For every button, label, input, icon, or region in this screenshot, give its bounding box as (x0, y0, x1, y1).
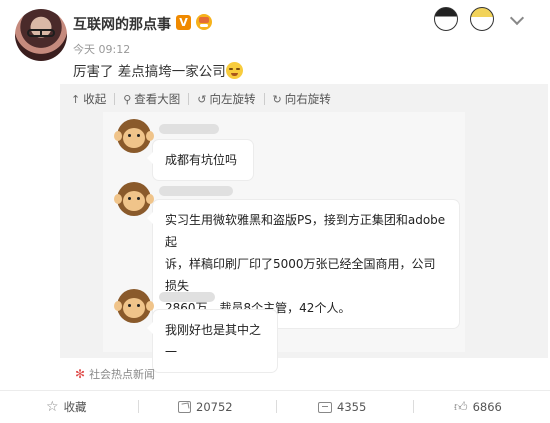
source-tag[interactable]: ✻ 社会热点新闻 (75, 366, 155, 382)
blurred-name (159, 186, 233, 196)
view-large-button[interactable]: ⚲ 查看大图 (123, 91, 180, 107)
comment-button[interactable]: 4355 (318, 397, 366, 417)
toolbar-divider (188, 93, 190, 105)
chat-message-text: 成都有坑位吗 (165, 153, 238, 167)
vip-badge-icon: V (176, 15, 191, 30)
toolbar-divider (114, 93, 116, 105)
like-button[interactable]: 👍︎ 6866 (454, 397, 502, 417)
chat-bubble: 实习生用微软雅黑和盗版PS，接到方正集团和adobe起 诉，样稿印刷厂印了500… (147, 200, 459, 328)
monkey-avatar-icon (114, 119, 154, 153)
rotate-left-icon: ↺ (197, 92, 207, 106)
collapse-label: 收起 (83, 92, 107, 106)
action-separator (413, 400, 414, 413)
blurred-name (159, 292, 215, 302)
collapse-arrow-icon: ↑ (71, 92, 81, 106)
user-avatar[interactable] (15, 9, 67, 61)
action-separator (138, 400, 139, 413)
like-count: 6866 (472, 400, 502, 414)
magnifier-icon: ⚲ (123, 92, 132, 106)
laughing-emoji-icon (225, 62, 243, 79)
rotate-right-icon: ↻ (272, 92, 282, 106)
hot-topic-icon: ✻ (75, 367, 86, 381)
source-tag-label: 社会热点新闻 (89, 368, 156, 381)
chat-bubble: 成都有坑位吗 (147, 140, 253, 180)
cartoon-decoration-icon (428, 4, 506, 34)
rotate-right-label: 向右旋转 (284, 92, 331, 106)
chat-screenshot-image[interactable]: 成都有坑位吗 实习生用微软雅黑和盗版PS，接到方正集团和adobe起 诉，样稿印… (103, 112, 465, 372)
view-large-label: 查看大图 (134, 92, 181, 106)
repost-count: 20752 (196, 400, 233, 414)
chat-message-line: 实习生用微软雅黑和盗版PS，接到方正集团和adobe起 (165, 213, 446, 249)
blurred-name (159, 124, 219, 134)
post-text: 厉害了 差点搞垮一家公司 (73, 60, 243, 80)
chat-bubble: 我刚好也是其中之一 (147, 310, 277, 372)
rotate-left-label: 向左旋转 (209, 92, 256, 106)
action-separator (276, 400, 277, 413)
post-text-content: 厉害了 差点搞垮一家公司 (73, 64, 226, 80)
repost-icon (178, 401, 191, 413)
chat-message-text: 我刚好也是其中之一 (165, 323, 262, 359)
rotate-left-button[interactable]: ↺ 向左旋转 (197, 91, 255, 107)
toolbar-divider (263, 93, 265, 105)
star-icon: ☆ (46, 399, 59, 415)
comment-count: 4355 (337, 400, 367, 414)
action-bar-divider (0, 390, 550, 391)
collapse-button[interactable]: ↑ 收起 (71, 91, 106, 107)
monkey-avatar-icon (114, 289, 154, 323)
post-time[interactable]: 今天 09:12 (73, 41, 130, 57)
crown-icon (196, 14, 212, 30)
chat-message-line: 诉，样稿印刷厂印了5000万张已经全国商用，公司损失 (165, 257, 436, 293)
image-toolbar: ↑ 收起 ⚲ 查看大图 ↺ 向左旋转 ↻ 向右旋转 (71, 91, 331, 107)
username[interactable]: 互联网的那点事 (73, 14, 171, 34)
thumbs-up-icon: 👍︎ (454, 399, 468, 415)
chevron-down-icon[interactable] (509, 10, 525, 26)
rotate-right-button[interactable]: ↻ 向右旋转 (273, 91, 331, 107)
monkey-avatar-icon (114, 182, 154, 216)
favorite-button[interactable]: ☆ 收藏 (46, 397, 87, 417)
repost-button[interactable]: 20752 (178, 397, 233, 417)
comment-icon (318, 401, 332, 413)
favorite-label: 收藏 (63, 400, 87, 414)
